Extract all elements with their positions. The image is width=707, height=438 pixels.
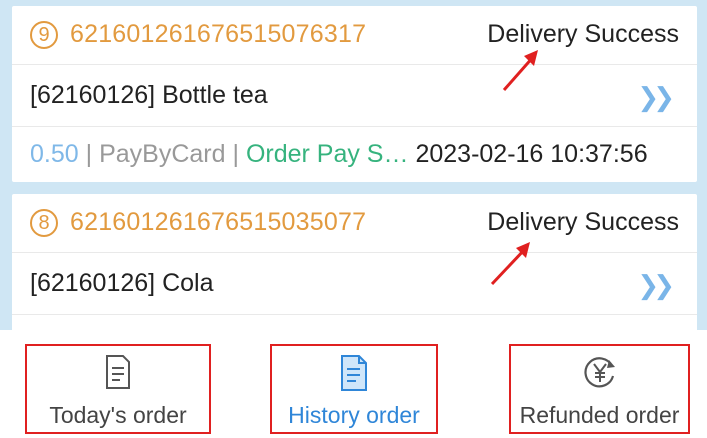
tab-refunded-order[interactable]: Refunded order — [509, 344, 690, 434]
order-list[interactable]: 9 621601261676515076317 Delivery Success… — [0, 0, 707, 330]
order-amount: 0.50 — [30, 140, 79, 168]
order-number: 621601261676515035077 — [70, 208, 367, 236]
order-meta: 0.50 | PayByCard | Order Pay S… 2023-02-… — [30, 128, 679, 180]
product-row[interactable]: [62160126] Cola ❯❯ — [12, 252, 697, 315]
separator: | — [232, 140, 239, 168]
tab-todays-order[interactable]: Today's order — [25, 344, 211, 434]
tab-label: Today's order — [49, 402, 187, 428]
order-card[interactable]: 9 621601261676515076317 Delivery Success… — [12, 6, 697, 182]
tab-label: Refunded order — [519, 402, 680, 428]
yen-refresh-icon — [583, 357, 615, 388]
tab-history-order[interactable]: History order — [270, 344, 438, 434]
separator: | — [85, 140, 93, 168]
order-status: Delivery Success — [487, 208, 679, 236]
annotation-arrow — [502, 50, 538, 91]
bottom-tab-bar: Today's order History order Refunded ord… — [0, 330, 707, 438]
order-index-badge: 9 — [30, 21, 58, 49]
order-card[interactable]: 8 621601261676515035077 Delivery Success… — [12, 194, 697, 330]
order-index-badge: 8 — [30, 209, 58, 237]
double-chevron-right-icon[interactable]: ❯❯ — [637, 270, 674, 301]
order-header: 9 621601261676515076317 Delivery Success — [12, 6, 697, 65]
product-name: [62160126] Cola — [30, 269, 214, 297]
pay-status: Order Pay S… — [245, 140, 409, 168]
document-filled-icon — [341, 355, 367, 391]
product-name: [62160126] Bottle tea — [30, 81, 268, 109]
double-chevron-right-icon[interactable]: ❯❯ — [637, 82, 674, 113]
order-datetime: 2023-02-16 10:37:56 — [415, 140, 648, 168]
order-number: 621601261676515076317 — [70, 20, 367, 48]
document-icon — [106, 355, 130, 389]
order-status: Delivery Success — [487, 20, 679, 48]
tab-label: History order — [288, 402, 420, 428]
product-row[interactable]: [62160126] Bottle tea ❯❯ — [12, 64, 697, 127]
annotation-arrow — [490, 242, 530, 286]
payment-method: PayByCard — [99, 140, 226, 168]
order-header: 8 621601261676515035077 Delivery Success — [12, 194, 697, 253]
